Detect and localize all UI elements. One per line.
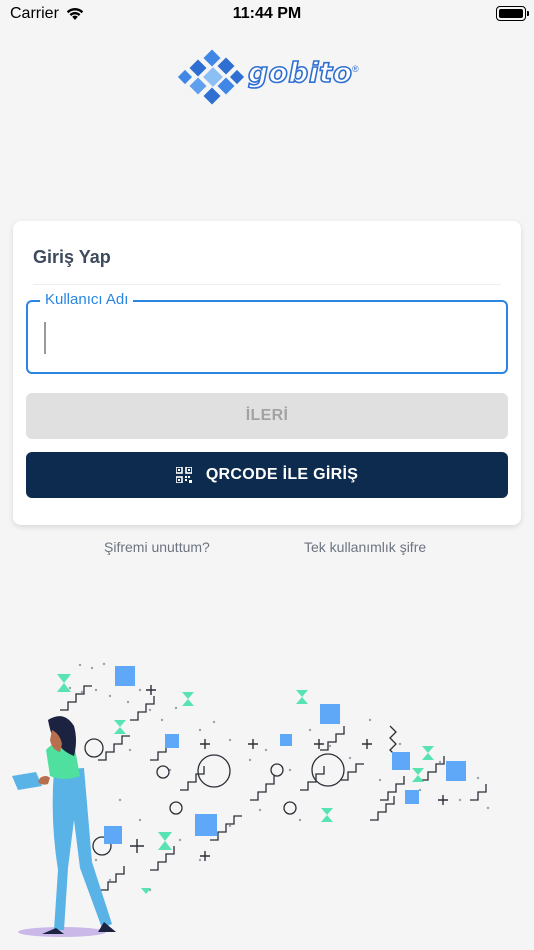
plus-shapes bbox=[130, 685, 448, 861]
qr-code-icon bbox=[175, 467, 192, 483]
forgot-password-link[interactable]: Şifremi unuttum? bbox=[104, 539, 210, 555]
next-button-label: İLERİ bbox=[245, 407, 289, 424]
hourglass-shapes bbox=[57, 674, 434, 894]
circle-shapes bbox=[84, 738, 345, 856]
qr-login-button[interactable]: QRCODE İLE GİRİŞ bbox=[26, 452, 508, 498]
username-input[interactable] bbox=[42, 322, 482, 354]
step-lines bbox=[60, 685, 487, 891]
logo-registered: ® bbox=[352, 64, 359, 74]
brand-logo: gobito ® bbox=[174, 48, 364, 108]
username-field[interactable]: Kullanıcı Adı bbox=[26, 291, 508, 374]
person-figure bbox=[12, 716, 116, 937]
status-bar: Carrier 11:44 PM bbox=[0, 0, 534, 30]
battery-icon bbox=[496, 6, 529, 21]
login-card: Giriş Yap Kullanıcı Adı İLERİ QRCODE İLE… bbox=[13, 221, 521, 525]
username-label: Kullanıcı Adı bbox=[40, 291, 134, 308]
qr-button-label: QRCODE İLE GİRİŞ bbox=[205, 466, 359, 483]
logo-text: gobito bbox=[247, 55, 353, 90]
status-time: 11:44 PM bbox=[232, 5, 302, 22]
one-time-password-link[interactable]: Tek kullanımlık şifre bbox=[304, 539, 426, 555]
card-divider bbox=[33, 284, 501, 285]
status-right bbox=[496, 6, 529, 21]
logo-mark-icon bbox=[177, 49, 245, 105]
login-title: Giriş Yap bbox=[33, 247, 111, 267]
next-button[interactable]: İLERİ bbox=[26, 393, 508, 439]
login-illustration bbox=[12, 662, 490, 937]
